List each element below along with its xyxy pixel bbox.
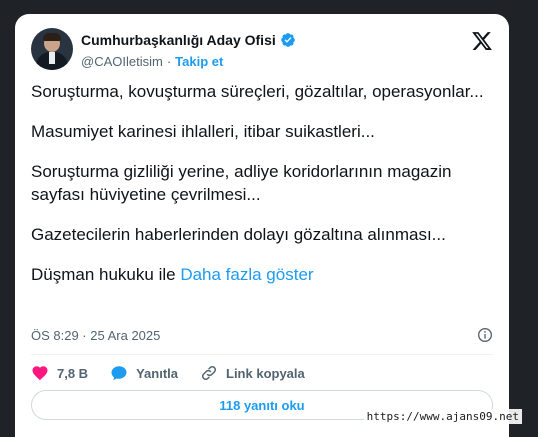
- watermark: https://www.ajans09.net: [363, 409, 522, 424]
- reply-button[interactable]: Yanıtla: [110, 364, 178, 382]
- author-name-row: Cumhurbaşkanlığı Aday Ofisi: [81, 32, 296, 48]
- copy-link-button[interactable]: Link kopyala: [200, 364, 305, 382]
- author-handle[interactable]: @CAOIletisim: [81, 54, 163, 69]
- follow-button[interactable]: Takip et: [175, 54, 223, 69]
- verified-icon: [280, 32, 296, 48]
- heart-icon: [32, 366, 48, 381]
- author-display-name[interactable]: Cumhurbaşkanlığı Aday Ofisi: [81, 32, 276, 48]
- tweet-timestamp[interactable]: ÖS 8:29 · 25 Ara 2025: [31, 328, 160, 343]
- reply-label: Yanıtla: [136, 365, 178, 381]
- tweet-meta: ÖS 8:29 · 25 Ara 2025: [31, 327, 493, 343]
- x-logo-icon[interactable]: [471, 30, 493, 52]
- reply-icon: [111, 366, 127, 381]
- tweet-last-text: Düşman hukuku ile: [31, 265, 176, 284]
- divider: [31, 354, 493, 355]
- author-subline: @CAOIletisim · Takip et: [81, 54, 223, 69]
- info-icon[interactable]: [477, 327, 493, 343]
- tweet-paragraph: Gazetecilerin haberlerinden dolayı gözal…: [31, 225, 446, 244]
- tweet-paragraph: Soruşturma gizliliği yerine, adliye kori…: [31, 162, 452, 204]
- link-icon: [201, 365, 217, 381]
- like-button[interactable]: 7,8 B: [31, 364, 88, 382]
- tweet-text: Soruşturma, kovuşturma süreçleri, gözalt…: [31, 80, 501, 303]
- tweet-paragraph: Masumiyet karinesi ihlalleri, itibar sui…: [31, 122, 375, 141]
- separator-dot: ·: [166, 54, 172, 69]
- tweet-card: Cumhurbaşkanlığı Aday Ofisi @CAOIletisim…: [15, 14, 509, 437]
- show-more-link[interactable]: Daha fazla göster: [180, 265, 313, 284]
- copy-link-label: Link kopyala: [226, 365, 305, 381]
- tweet-last-line: Düşman hukuku ile Daha fazla göster: [31, 263, 501, 286]
- tweet-actions: 7,8 B Yanıtla Link kopyala: [31, 364, 327, 382]
- like-count: 7,8 B: [57, 365, 89, 381]
- avatar[interactable]: [31, 28, 73, 70]
- tweet-paragraph: Soruşturma, kovuşturma süreçleri, gözalt…: [31, 82, 484, 101]
